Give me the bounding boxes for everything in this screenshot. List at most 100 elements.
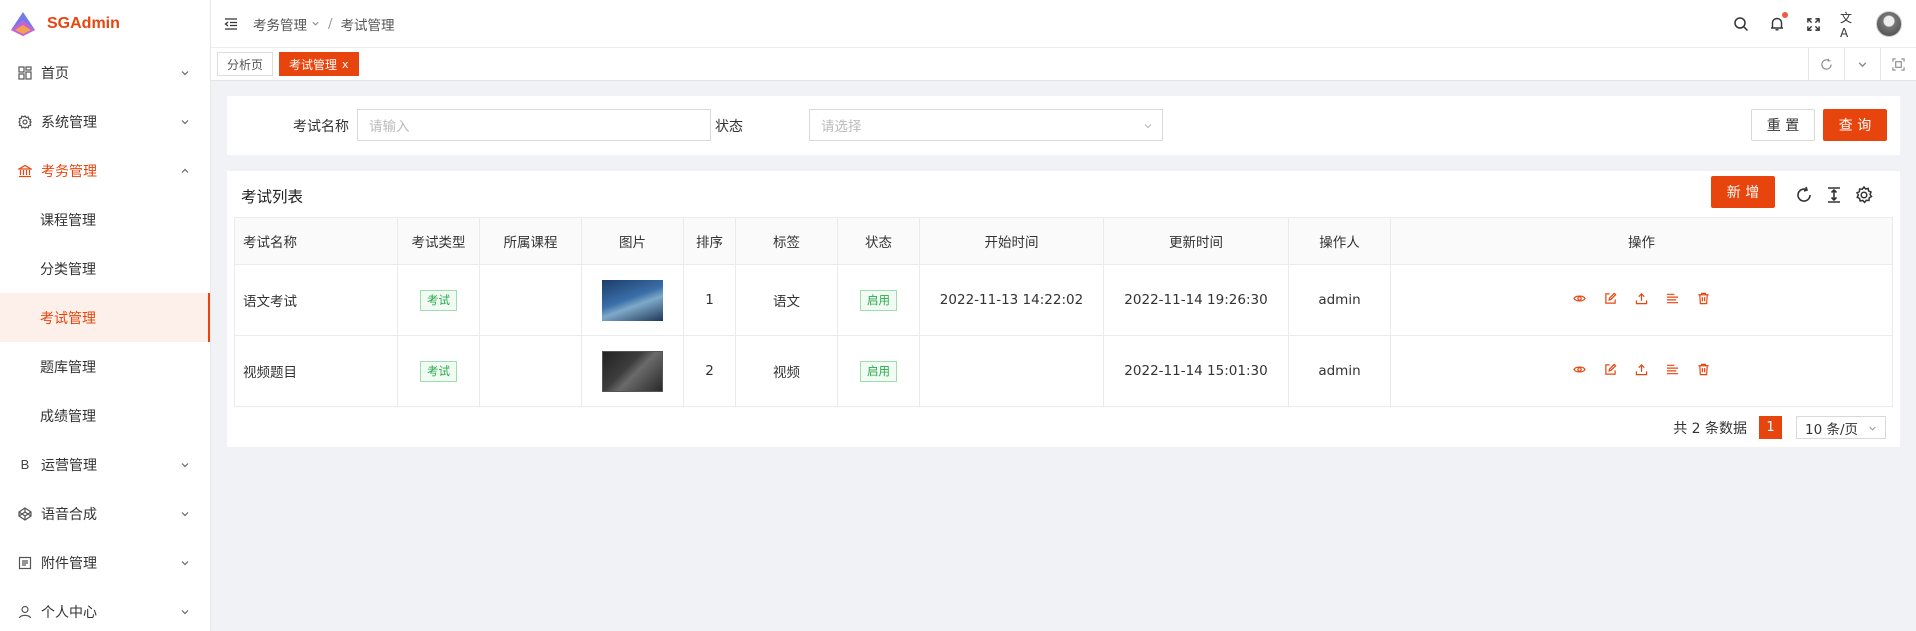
exam-name-placeholder: 请输入 [369,119,410,135]
b-letter-icon: B [20,457,30,472]
gear-icon [17,114,33,130]
page-size-value: 10 条/页 [1805,421,1859,438]
delete-icon[interactable] [1697,363,1710,376]
delete-icon[interactable] [1697,292,1710,305]
app-name: SGAdmin [47,15,120,32]
exam-name-label: 考试名称 [293,119,349,135]
status-label: 状态 [715,119,743,135]
col-header[interactable]: 考试类型 [397,217,480,265]
sidebar-item-exam[interactable]: 考试管理 [0,293,210,342]
cell-operator: admin [1288,335,1391,407]
page-size-select[interactable]: 10 条/页 [1796,416,1886,439]
chevron-down-icon [181,560,189,565]
sidebar-item-home[interactable]: 首页 [0,48,210,97]
breadcrumb: 考务管理 / 考试管理 [253,14,395,34]
cell-course [479,335,582,407]
breadcrumb-item[interactable]: 考务管理 [253,14,307,34]
header-actions: 文A [1714,0,1902,48]
eye-icon[interactable] [1573,363,1586,376]
menu-fold-icon[interactable] [223,16,239,32]
tabs-actions [1808,48,1916,81]
sidebar-item-course[interactable]: 课程管理 [0,195,210,244]
upload-icon[interactable] [1635,363,1648,376]
sidebar-item-question-bank[interactable]: 题库管理 [0,342,210,391]
add-button[interactable]: 新 增 [1711,176,1775,208]
sidebar-item-label: 附件管理 [41,555,97,572]
tab-label: 分析页 [227,57,264,72]
cell-actions [1390,264,1893,336]
cell-type: 考试 [397,264,480,336]
refresh-icon[interactable] [1808,48,1844,81]
col-header[interactable]: 排序 [683,217,736,265]
chevron-down-icon [181,511,189,516]
list-details-icon[interactable] [1666,363,1679,376]
logo[interactable]: SGAdmin [0,0,210,48]
col-header[interactable]: 操作人 [1288,217,1391,265]
eye-icon[interactable] [1573,292,1586,305]
sidebar-item-label: 首页 [41,65,69,82]
sidebar-item-attachments[interactable]: 附件管理 [0,538,210,587]
sidebar-item-label: 语音合成 [41,506,97,523]
chevron-up-icon [181,168,189,173]
col-header[interactable]: 状态 [837,217,920,265]
col-header[interactable]: 更新时间 [1103,217,1289,265]
status-select[interactable]: 请选择 [809,109,1163,141]
dashboard-icon [17,65,33,81]
chevron-down-icon [181,609,189,614]
table-header: 考试名称 考试类型 所属课程 图片 排序 标签 状态 开始时间 更新时间 操作人… [234,217,1893,265]
avatar[interactable] [1876,11,1902,37]
tab-analysis[interactable]: 分析页 [217,52,274,76]
expand-content-icon[interactable] [1880,48,1916,81]
exam-list-card: 考试列表 新 增 考试名称 考试类型 所属课程 图片 排序 标签 状态 开始时间… [227,171,1900,447]
sidebar-item-category[interactable]: 分类管理 [0,244,210,293]
search-icon[interactable] [1732,15,1750,33]
cell-sort: 1 [683,264,736,336]
refresh-icon[interactable] [1794,185,1814,205]
type-tag: 考试 [420,360,457,382]
sidebar-item-exam-affairs[interactable]: 考务管理 [0,146,210,195]
page-button-current[interactable]: 1 [1759,416,1782,439]
notification-bell-icon[interactable] [1768,12,1788,33]
search-filter-card: 考试名称 请输入 状态 请选择 重 置 查 询 [227,96,1900,155]
sidebar-item-profile[interactable]: 个人中心 [0,587,210,631]
sidebar-item-operations[interactable]: B 运营管理 [0,440,210,489]
edit-icon[interactable] [1604,363,1617,376]
cell-status: 启用 [837,335,920,407]
list-details-icon[interactable] [1666,292,1679,305]
cell-update-time: 2022-11-14 19:26:30 [1103,264,1289,336]
thumbnail-image[interactable] [602,279,663,321]
search-button[interactable]: 查 询 [1823,109,1887,141]
sidebar-item-scores[interactable]: 成绩管理 [0,391,210,440]
close-icon[interactable]: x [342,58,349,71]
tab-exam-management[interactable]: 考试管理 x [279,52,359,76]
table-row: 视频题目 考试 2 视频 启用 2022-11-14 15:01:30 admi… [234,335,1893,407]
sidebar-item-tts[interactable]: 语音合成 [0,489,210,538]
reset-button[interactable]: 重 置 [1751,109,1815,141]
edit-icon[interactable] [1604,292,1617,305]
fullscreen-icon[interactable] [1804,15,1822,33]
cell-actions [1390,335,1893,407]
col-header[interactable]: 标签 [735,217,838,265]
sidebar: SGAdmin 首页 系统管理 考务管理 课程管理 分类管理 考试管理 题库管理… [0,0,211,631]
status-placeholder: 请选择 [821,119,862,135]
codepen-icon [17,506,33,522]
cell-status: 启用 [837,264,920,336]
exam-name-input[interactable]: 请输入 [357,109,711,141]
chevron-down-icon[interactable] [311,19,320,28]
column-height-icon[interactable] [1824,185,1844,205]
upload-icon[interactable] [1635,292,1648,305]
tab-label: 考试管理 [289,57,338,72]
col-header[interactable]: 所属课程 [479,217,582,265]
sidebar-item-system[interactable]: 系统管理 [0,97,210,146]
thumbnail-image[interactable] [602,350,663,392]
translate-icon[interactable]: 文A [1840,11,1858,40]
col-header[interactable]: 图片 [581,217,684,265]
col-header[interactable]: 开始时间 [919,217,1104,265]
logo-icon [11,12,35,36]
chevron-down-icon[interactable] [1844,48,1880,81]
col-header[interactable]: 操作 [1390,217,1893,265]
settings-icon[interactable] [1854,185,1874,205]
col-header[interactable]: 考试名称 [234,217,398,265]
cell-name: 视频题目 [234,335,398,407]
cell-start-time [919,335,1104,407]
